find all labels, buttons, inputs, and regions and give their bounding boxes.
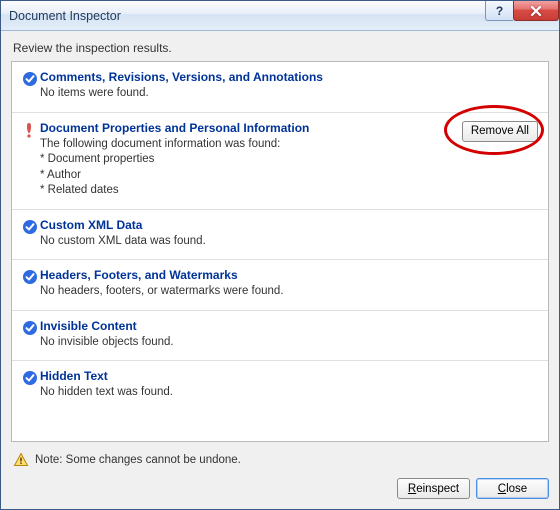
- section-title: Invisible Content: [40, 319, 453, 333]
- close-button[interactable]: Close: [476, 478, 549, 499]
- section-title: Headers, Footers, and Watermarks: [40, 268, 453, 282]
- check-icon: [22, 71, 40, 87]
- footer-note: Note: Some changes cannot be undone.: [13, 452, 549, 468]
- section-detail: No items were found.: [40, 86, 453, 102]
- section-title: Custom XML Data: [40, 218, 453, 232]
- section-detail: No hidden text was found.: [40, 385, 453, 401]
- titlebar: Document Inspector ?: [1, 1, 559, 31]
- section-title: Hidden Text: [40, 369, 453, 383]
- section-detail: No custom XML data was found.: [40, 234, 453, 250]
- section-detail: The following document information was f…: [40, 137, 453, 199]
- section-title: Comments, Revisions, Versions, and Annot…: [40, 70, 453, 84]
- section-hidden-text: Hidden Text No hidden text was found.: [12, 361, 548, 411]
- results-panel: Comments, Revisions, Versions, and Annot…: [11, 61, 549, 442]
- remove-all-button[interactable]: Remove All: [462, 121, 538, 142]
- check-icon: [22, 370, 40, 386]
- footer-note-text: Note: Some changes cannot be undone.: [35, 454, 241, 466]
- check-icon: [22, 320, 40, 336]
- section-headers-footers: Headers, Footers, and Watermarks No head…: [12, 260, 548, 311]
- dialog-body: Review the inspection results. Comments,…: [1, 31, 559, 509]
- section-comments: Comments, Revisions, Versions, and Annot…: [12, 62, 548, 113]
- check-icon: [22, 269, 40, 285]
- instruction-text: Review the inspection results.: [13, 41, 549, 55]
- check-icon: [22, 219, 40, 235]
- help-button[interactable]: ?: [485, 1, 513, 21]
- warning-icon: [13, 452, 29, 468]
- section-detail: No headers, footers, or watermarks were …: [40, 284, 453, 300]
- section-custom-xml: Custom XML Data No custom XML data was f…: [12, 210, 548, 261]
- window-title: Document Inspector: [9, 9, 121, 23]
- alert-icon: [22, 122, 40, 138]
- section-invisible-content: Invisible Content No invisible objects f…: [12, 311, 548, 362]
- section-title: Document Properties and Personal Informa…: [40, 121, 453, 135]
- reinspect-button[interactable]: Reinspect: [397, 478, 470, 499]
- section-doc-properties: Document Properties and Personal Informa…: [12, 113, 548, 210]
- close-icon: [529, 5, 543, 17]
- window-close-button[interactable]: [513, 1, 559, 21]
- section-detail: No invisible objects found.: [40, 335, 453, 351]
- dialog-button-row: Reinspect Close: [11, 478, 549, 499]
- dialog-document-inspector: Document Inspector ? Review the inspecti…: [0, 0, 560, 510]
